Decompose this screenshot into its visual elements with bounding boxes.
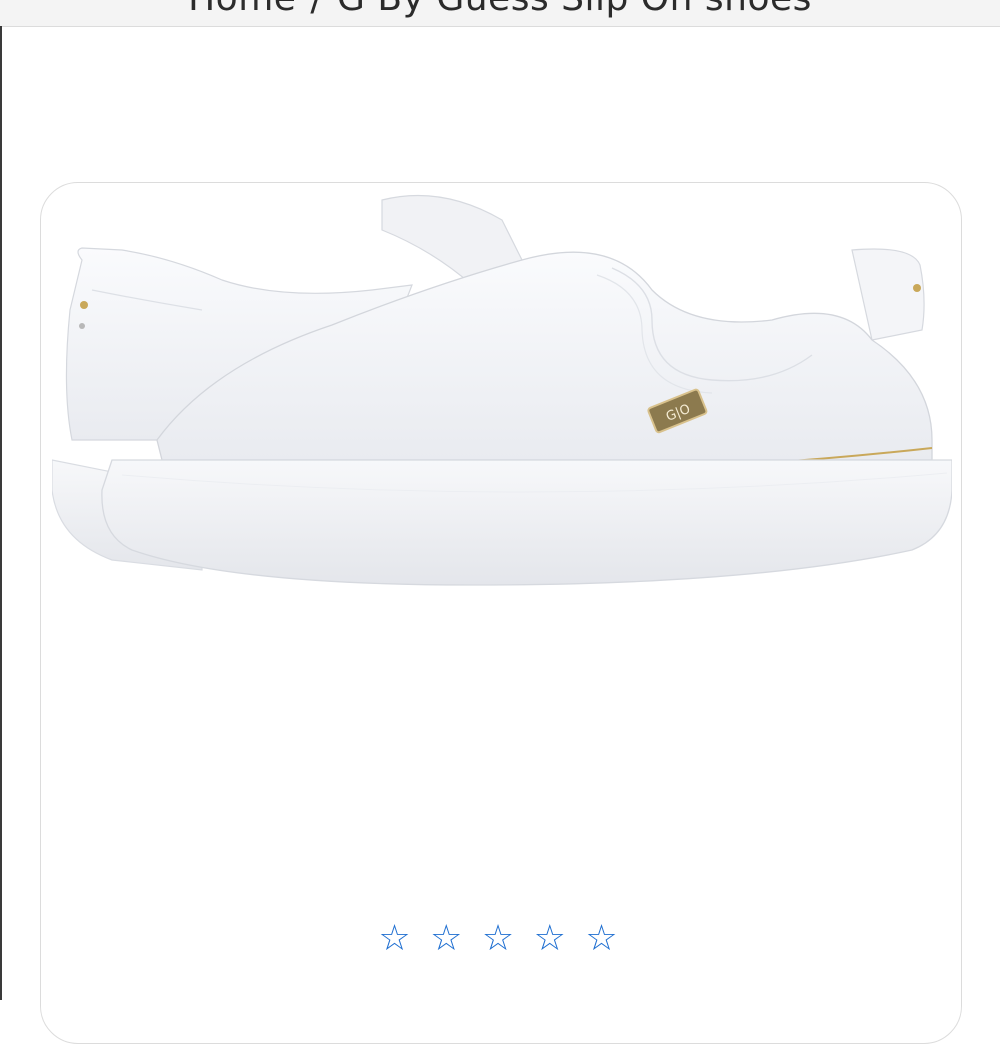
page-left-border: [0, 26, 2, 1000]
star-icon[interactable]: ☆: [378, 918, 414, 959]
star-icon[interactable]: ☆: [430, 918, 466, 959]
breadcrumb-bar: Home / G By Guess Slip On shoes: [0, 0, 1000, 27]
breadcrumb-home-link[interactable]: Home: [188, 0, 296, 19]
product-image[interactable]: G|O: [52, 190, 952, 610]
breadcrumb-current: G By Guess Slip On shoes: [337, 0, 812, 19]
star-icon[interactable]: ☆: [534, 918, 570, 959]
star-icon[interactable]: ☆: [585, 918, 621, 959]
star-icon[interactable]: ☆: [482, 918, 518, 959]
breadcrumb: Home / G By Guess Slip On shoes: [0, 0, 1000, 19]
star-rating[interactable]: ☆ ☆ ☆ ☆ ☆: [0, 918, 1000, 959]
breadcrumb-separator: /: [310, 0, 323, 19]
